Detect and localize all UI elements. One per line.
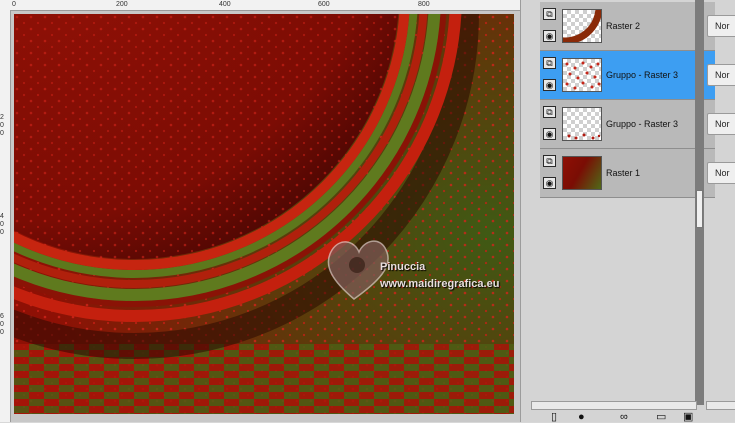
- ruler-label: 0: [0, 130, 4, 137]
- watermark-name: Pinuccia: [380, 261, 426, 273]
- ruler-label: 2: [0, 114, 4, 121]
- ruler-label: 0: [0, 329, 4, 336]
- mask-icon[interactable]: ●: [578, 412, 585, 423]
- image-canvas[interactable]: Pinuccia www.maidiregrafica.eu: [14, 14, 514, 414]
- layer-controls: ⧉ ◉: [540, 149, 560, 197]
- link-icon[interactable]: ⧉: [543, 57, 556, 69]
- layers-horizontal-scrollbar[interactable]: [531, 401, 697, 410]
- blend-horizontal-scrollbar[interactable]: [706, 401, 735, 410]
- link-layers-icon[interactable]: ∞: [620, 412, 628, 423]
- layer-thumbnail: [562, 156, 602, 190]
- layer-controls: ⧉ ◉: [540, 100, 560, 148]
- scrollbar-thumb[interactable]: [696, 190, 703, 228]
- layer-controls: ⧉ ◉: [540, 51, 560, 99]
- artwork: [14, 14, 514, 414]
- link-icon[interactable]: ⧉: [543, 106, 556, 118]
- eye-icon[interactable]: ◉: [543, 128, 556, 140]
- layer-row-raster-1[interactable]: ⧉ ◉ Raster 1: [540, 149, 715, 198]
- layer-thumbnail: [562, 107, 602, 141]
- ruler-label: 800: [418, 1, 430, 8]
- layer-controls: ⧉ ◉: [540, 2, 560, 50]
- layer-thumbnail: [562, 58, 602, 92]
- ruler-label: 200: [116, 1, 128, 8]
- link-icon[interactable]: ⧉: [543, 8, 556, 20]
- layer-name[interactable]: Gruppo - Raster 3: [606, 51, 678, 99]
- watermark-url: www.maidiregrafica.eu: [380, 278, 500, 290]
- blend-mode-button[interactable]: Nor: [707, 15, 735, 37]
- ruler-label: 0: [0, 221, 4, 228]
- ruler-label: 0: [0, 122, 4, 129]
- new-layer-icon[interactable]: ▯: [551, 412, 557, 423]
- layer-name[interactable]: Raster 1: [606, 149, 640, 197]
- horizontal-ruler: 0 200 400 600 800: [0, 0, 520, 11]
- blend-mode-button[interactable]: Nor: [707, 113, 735, 135]
- ruler-label: 0: [0, 229, 4, 236]
- layer-name[interactable]: Raster 2: [606, 2, 640, 50]
- layer-row-raster-2[interactable]: ⧉ ◉ Raster 2: [540, 2, 715, 51]
- delete-icon[interactable]: ▣: [683, 412, 693, 423]
- eye-icon[interactable]: ◉: [543, 79, 556, 91]
- layer-thumbnail: [562, 9, 602, 43]
- layer-row-gruppo-raster-3-selected[interactable]: ⧉ ◉ Gruppo - Raster 3: [540, 51, 715, 100]
- vertical-ruler: 2 0 0 4 0 0 6 0 0: [0, 10, 11, 422]
- properties-icon[interactable]: ▭: [656, 412, 666, 423]
- link-icon[interactable]: ⧉: [543, 155, 556, 167]
- eye-icon[interactable]: ◉: [543, 30, 556, 42]
- eye-icon[interactable]: ◉: [543, 177, 556, 189]
- blend-mode-button[interactable]: Nor: [707, 162, 735, 184]
- ruler-label: 600: [318, 1, 330, 8]
- ruler-label: 400: [219, 1, 231, 8]
- blend-mode-button[interactable]: Nor: [707, 64, 735, 86]
- layer-row-gruppo-raster-3[interactable]: ⧉ ◉ Gruppo - Raster 3: [540, 100, 715, 149]
- ruler-label: 4: [0, 213, 4, 220]
- layer-name[interactable]: Gruppo - Raster 3: [606, 100, 678, 148]
- ruler-label: 0: [0, 321, 4, 328]
- ruler-label: 6: [0, 313, 4, 320]
- ruler-label: 0: [12, 1, 16, 8]
